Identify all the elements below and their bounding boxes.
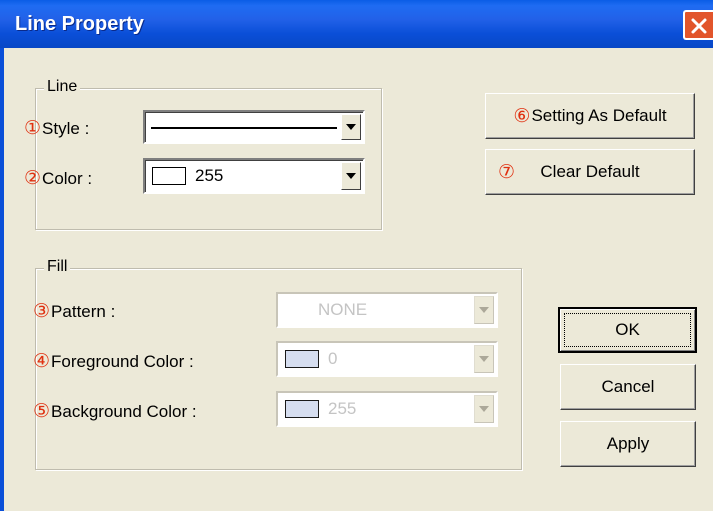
pattern-label-text: Pattern : <box>51 302 116 321</box>
ok-button[interactable]: OK <box>558 307 697 353</box>
clear-default-number-badge: ⑦ <box>498 162 516 183</box>
color-swatch <box>152 167 186 185</box>
chevron-down-icon <box>346 173 356 179</box>
foreground-dropdown-button[interactable] <box>474 345 494 373</box>
line-group-legend: Line <box>44 78 81 96</box>
color-number-badge: ② <box>24 168 42 189</box>
color-value: 255 <box>195 166 224 185</box>
cancel-label: Cancel <box>601 377 655 396</box>
setting-as-default-button[interactable]: ⑥ Setting As Default <box>485 93 695 139</box>
clear-default-button[interactable]: ⑦ Clear Default <box>485 149 695 195</box>
background-number-badge: ⑤ <box>33 401 51 422</box>
background-dropdown-button[interactable] <box>474 395 494 423</box>
foreground-color-value: 0 <box>328 349 338 368</box>
window-title: Line Property <box>15 13 144 35</box>
window-border <box>0 48 4 511</box>
style-number-badge: ① <box>24 118 42 139</box>
style-dropdown-button[interactable] <box>341 114 361 140</box>
color-label: ②Color : <box>24 167 92 190</box>
foreground-number-badge: ④ <box>33 351 51 372</box>
chevron-down-icon <box>479 406 489 412</box>
color-dropdown-button[interactable] <box>341 162 361 190</box>
chevron-down-icon <box>479 356 489 362</box>
color-dropdown[interactable]: 255 <box>143 158 365 194</box>
foreground-color-dropdown[interactable]: 0 <box>276 341 498 377</box>
cancel-button[interactable]: Cancel <box>560 364 696 410</box>
pattern-label: ③Pattern : <box>33 300 115 323</box>
background-color-label: ⑤Background Color : <box>33 400 197 423</box>
background-color-swatch <box>285 400 319 418</box>
apply-button[interactable]: Apply <box>560 421 696 467</box>
pattern-dropdown[interactable]: NONE <box>276 292 498 328</box>
background-label-text: Background Color : <box>51 402 197 421</box>
color-label-text: Color : <box>42 169 93 188</box>
style-label-text: Style : <box>42 119 90 138</box>
setting-default-label: Setting As Default <box>531 106 667 125</box>
foreground-label-text: Foreground Color : <box>51 352 194 371</box>
fill-group-legend: Fill <box>44 258 71 276</box>
pattern-value: NONE <box>318 300 368 319</box>
setting-default-number-badge: ⑥ <box>513 105 531 127</box>
clear-default-label: Clear Default <box>540 162 640 181</box>
apply-label: Apply <box>606 434 650 453</box>
close-button[interactable] <box>683 10 713 40</box>
line-style-preview <box>151 127 337 129</box>
title-bar[interactable]: Line Property <box>0 0 713 48</box>
foreground-color-label: ④Foreground Color : <box>33 350 194 373</box>
chevron-down-icon <box>346 124 356 130</box>
pattern-number-badge: ③ <box>33 301 51 322</box>
pattern-dropdown-button[interactable] <box>474 296 494 324</box>
background-color-dropdown[interactable]: 255 <box>276 391 498 427</box>
style-dropdown[interactable] <box>143 110 365 144</box>
chevron-down-icon <box>479 307 489 313</box>
line-property-dialog: Line Property Line ①Style : ②Color : 255… <box>0 0 713 511</box>
foreground-color-swatch <box>285 350 319 368</box>
style-label: ①Style : <box>24 117 89 140</box>
background-color-value: 255 <box>328 399 357 418</box>
close-icon <box>691 18 707 34</box>
focus-rectangle <box>564 313 691 347</box>
